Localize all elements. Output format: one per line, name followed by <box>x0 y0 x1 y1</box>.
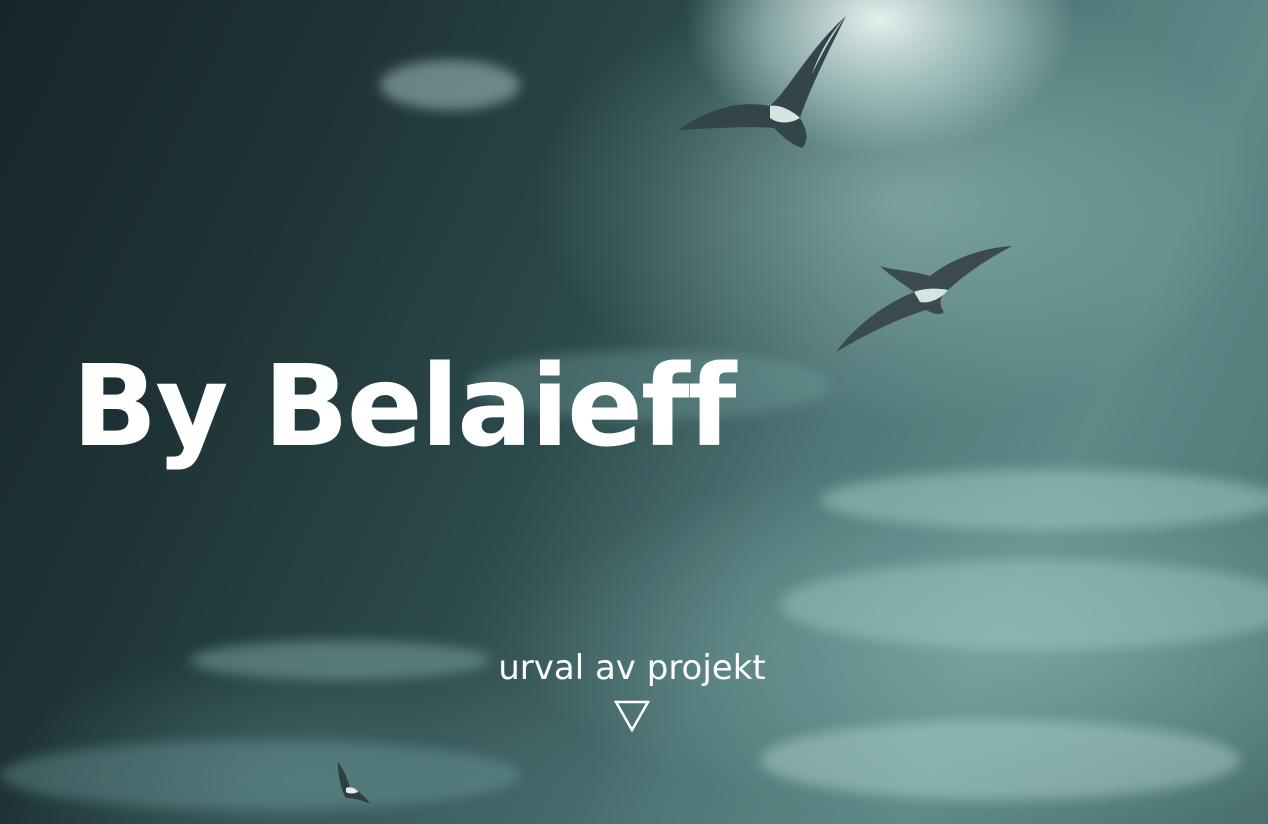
seagull-icon <box>678 16 846 148</box>
site-title: By Belaieff <box>72 342 736 472</box>
cloud-streak <box>380 60 520 110</box>
seagull-icon <box>836 246 1012 352</box>
seagull-icon <box>338 762 370 804</box>
down-triangle-outline-icon <box>613 701 651 733</box>
view-projects-link[interactable]: urval av projekt <box>490 648 774 733</box>
cloud-streak <box>190 640 490 680</box>
cloud-streak <box>0 740 520 810</box>
cloud-streak <box>820 470 1268 530</box>
hero-section: By Belaieff urval av projekt <box>0 0 1268 824</box>
cloud-streak <box>760 720 1240 800</box>
view-projects-label: urval av projekt <box>498 648 766 688</box>
cloud-streak <box>780 560 1268 650</box>
